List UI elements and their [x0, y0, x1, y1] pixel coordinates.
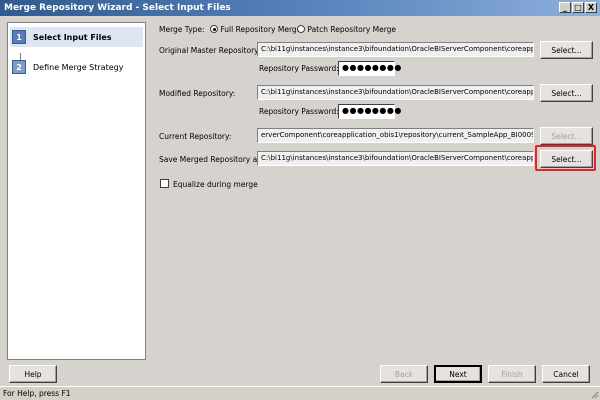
cancel-button[interactable]: Cancel: [542, 365, 590, 383]
modified-repository-path[interactable]: C:\bi11g\instances\instance3\bifoundatio…: [257, 85, 534, 100]
step-define-merge-strategy[interactable]: 2 Define Merge Strategy: [12, 60, 123, 74]
equalize-checkbox[interactable]: [160, 179, 169, 188]
help-button[interactable]: Help: [9, 365, 57, 383]
window-title: Merge Repository Wizard - Select Input F…: [4, 3, 231, 13]
step-label: Select Input Files: [33, 32, 112, 42]
original-repository-label: Original Master Repository:: [159, 46, 261, 55]
steps-sidebar: 1 Select Input Files 2 Define Merge Stra…: [7, 22, 146, 360]
minimize-button[interactable]: _: [559, 2, 571, 13]
modified-repository-label: Modified Repository:: [159, 89, 236, 98]
status-bar: For Help, press F1: [0, 386, 600, 400]
radio-full-merge[interactable]: Full Repository Merge: [210, 25, 301, 34]
equalize-label: Equalize during merge: [173, 180, 258, 189]
modified-select-button[interactable]: Select...: [540, 84, 593, 102]
wizard-body: 1 Select Input Files 2 Define Merge Stra…: [0, 16, 600, 386]
radio-patch-merge[interactable]: Patch Repository Merge: [297, 25, 396, 34]
back-button[interactable]: Back: [380, 365, 428, 383]
save-merged-label: Save Merged Repository as:: [159, 155, 264, 164]
radio-unselected-icon: [297, 25, 305, 33]
modified-password-label: Repository Password:: [259, 107, 339, 116]
step-label: Define Merge Strategy: [33, 62, 124, 72]
next-button[interactable]: Next: [434, 365, 482, 383]
merge-type-label: Merge Type:: [159, 25, 205, 34]
finish-button[interactable]: Finish: [488, 365, 536, 383]
original-password-field[interactable]: ●●●●●●●●: [338, 61, 401, 76]
step-number-badge: 2: [12, 60, 26, 74]
status-text: For Help, press F1: [3, 389, 71, 398]
current-repository-label: Current Repository:: [159, 132, 232, 141]
highlight-annotation: [535, 145, 596, 171]
window-controls: _ □ X: [559, 2, 597, 13]
step-select-input-files[interactable]: 1 Select Input Files: [10, 27, 143, 47]
current-repository-path[interactable]: erverComponent\coreapplication_obis1\rep…: [257, 128, 534, 143]
radio-selected-icon: [210, 25, 218, 33]
current-select-button[interactable]: Select...: [540, 127, 593, 145]
original-select-button[interactable]: Select...: [540, 41, 593, 59]
title-bar: Merge Repository Wizard - Select Input F…: [0, 0, 600, 16]
maximize-button[interactable]: □: [572, 2, 584, 13]
original-repository-path[interactable]: C:\bi11g\instances\instance3\bifoundatio…: [257, 42, 534, 57]
save-merged-path[interactable]: C:\bi11g\instances\instance3\bifoundatio…: [257, 151, 534, 166]
modified-password-field[interactable]: ●●●●●●●●: [338, 104, 401, 119]
resize-grip-icon[interactable]: [589, 389, 599, 399]
close-button[interactable]: X: [585, 2, 597, 13]
original-password-label: Repository Password:: [259, 64, 339, 73]
step-number-badge: 1: [12, 30, 26, 44]
